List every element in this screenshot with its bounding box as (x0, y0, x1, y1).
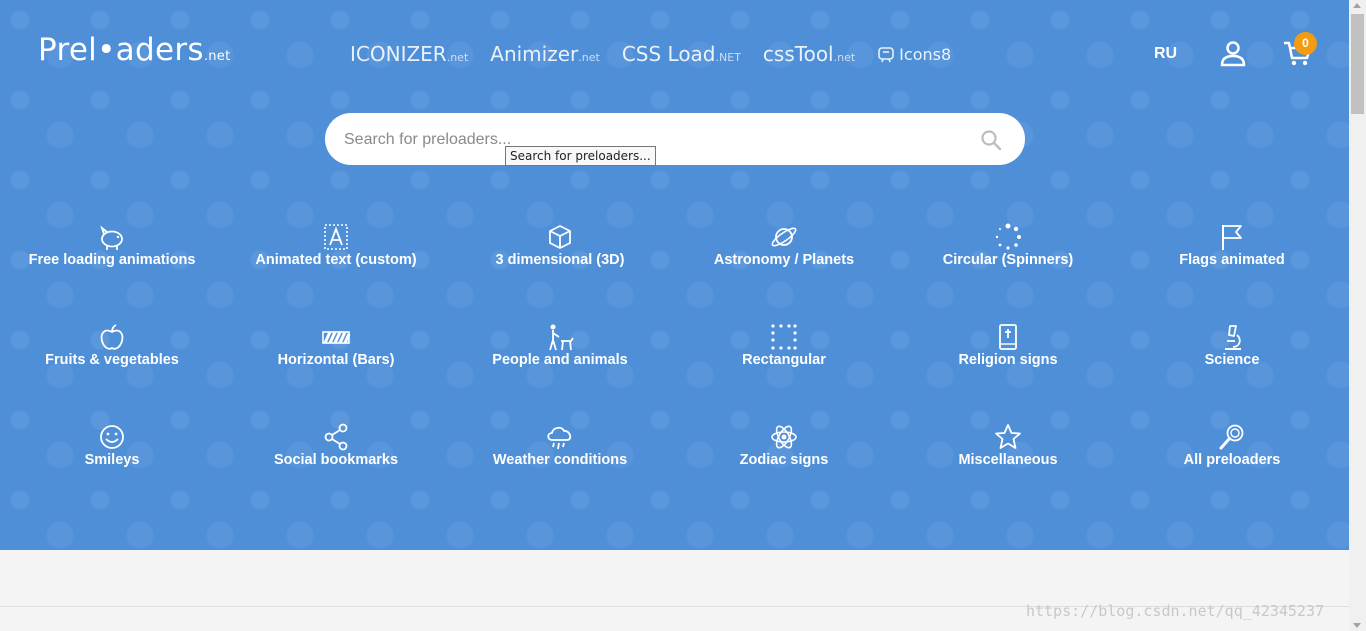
watermark-text: https://blog.csdn.net/qq_42345237 (1026, 602, 1325, 620)
scroll-down-arrow-icon[interactable] (1353, 623, 1361, 628)
scrollbar-thumb[interactable] (1351, 14, 1364, 114)
piggy-bank-icon (100, 225, 123, 250)
cube-icon (549, 225, 571, 249)
category-label: Zodiac signs (739, 452, 829, 468)
category-all-preloaders[interactable]: All preloaders (1120, 423, 1344, 487)
category-label: Weather conditions (492, 452, 628, 468)
category-label: Fruits & vegetables (45, 352, 179, 368)
category-miscellaneous[interactable]: Miscellaneous (896, 423, 1120, 487)
icons8-logo-icon (878, 47, 894, 63)
category-rectangular[interactable]: Rectangular (672, 323, 896, 387)
category-label: Horizontal (Bars) (277, 352, 395, 368)
rain-cloud-icon (547, 426, 572, 450)
nav-link-csstool[interactable]: cssTool.net (763, 42, 855, 66)
category-smileys[interactable]: Smileys (0, 423, 224, 487)
category-label: Social bookmarks (273, 452, 399, 468)
nav-link-icons8[interactable]: Icons8 (877, 45, 951, 64)
magnifier-icon (1219, 424, 1244, 450)
bible-icon (999, 324, 1017, 350)
category-people-animals[interactable]: People and animals (448, 323, 672, 387)
category-free-loading-animations[interactable]: Free loading animations (0, 223, 224, 287)
category-label: Flags animated (1179, 252, 1285, 268)
category-astronomy[interactable]: Astronomy / Planets (672, 223, 896, 287)
search-bar (325, 113, 1025, 165)
smiley-icon (100, 425, 124, 449)
category-science[interactable]: Science (1120, 323, 1344, 387)
category-animated-text[interactable]: Animated text (custom) (224, 223, 448, 287)
category-label: Miscellaneous (958, 452, 1058, 468)
cart-count-badge: 0 (1294, 32, 1317, 55)
text-frame-icon (324, 224, 348, 250)
category-label: All preloaders (1183, 452, 1281, 468)
star-icon (995, 424, 1021, 449)
user-account-icon[interactable] (1219, 39, 1247, 67)
category-horizontal[interactable]: Horizontal (Bars) (224, 323, 448, 387)
category-label: Rectangular (742, 352, 826, 368)
category-circular[interactable]: Circular (Spinners) (896, 223, 1120, 287)
category-zodiac[interactable]: Zodiac signs (672, 423, 896, 487)
scroll-up-arrow-icon[interactable] (1353, 3, 1361, 8)
search-tooltip: Search for preloaders... (505, 146, 656, 166)
hero-section: Prel•aders.net ICONIZER.net Animizer.net… (0, 0, 1349, 550)
category-label: Astronomy / Planets (713, 252, 855, 268)
category-label: Science (1204, 352, 1260, 368)
planet-icon (771, 227, 797, 247)
search-icon[interactable] (980, 129, 1002, 151)
share-icon (324, 423, 348, 451)
category-label: Animated text (custom) (255, 252, 417, 268)
category-label: Smileys (84, 452, 140, 468)
logo-text: Prel•aders (38, 32, 204, 68)
nav-link-iconizer[interactable]: ICONIZER.net (350, 42, 468, 66)
person-dog-icon (549, 324, 574, 351)
category-label: Circular (Spinners) (942, 252, 1074, 268)
partner-nav: ICONIZER.net Animizer.net CSS Load.NET c… (350, 38, 951, 70)
logo-suffix: .net (203, 49, 231, 64)
category-religion[interactable]: Religion signs (896, 323, 1120, 387)
microscope-icon (1225, 325, 1241, 350)
category-label: Free loading animations (28, 252, 196, 268)
category-3d[interactable]: 3 dimensional (3D) (448, 223, 672, 287)
category-weather[interactable]: Weather conditions (448, 423, 672, 487)
category-label: People and animals (492, 352, 628, 368)
category-label: 3 dimensional (3D) (495, 252, 625, 268)
site-logo[interactable]: Prel•aders.net (38, 32, 231, 68)
language-switch-ru[interactable]: RU (1154, 45, 1177, 63)
bars-icon (322, 331, 351, 344)
apple-icon (100, 324, 124, 350)
nav-link-animizer[interactable]: Animizer.net (490, 42, 600, 66)
category-fruits[interactable]: Fruits & vegetables (0, 323, 224, 387)
vertical-scrollbar[interactable] (1349, 0, 1366, 631)
spinner-icon (995, 223, 1021, 250)
dotted-square-icon (771, 324, 797, 350)
category-label: Religion signs (958, 352, 1058, 368)
flag-icon (1222, 225, 1242, 250)
nav-link-cssload[interactable]: CSS Load.NET (622, 42, 741, 66)
atom-icon (771, 425, 797, 449)
category-social-bookmarks[interactable]: Social bookmarks (224, 423, 448, 487)
category-flags[interactable]: Flags animated (1120, 223, 1344, 287)
